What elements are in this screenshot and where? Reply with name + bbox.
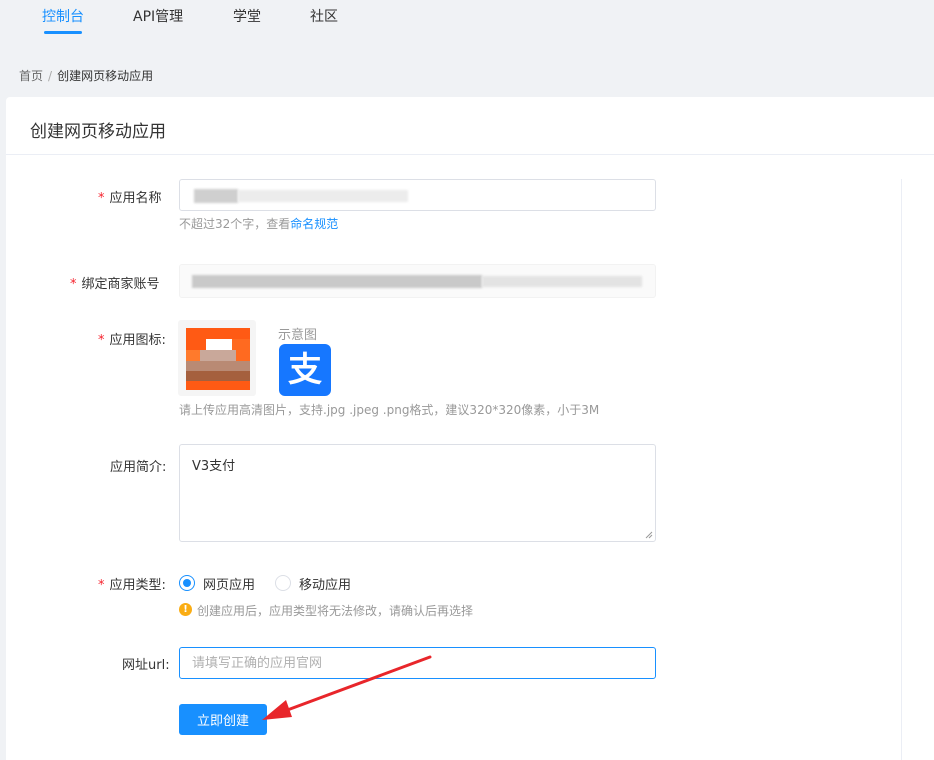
required-mark: * — [98, 191, 105, 206]
app-type-warning: 创建应用后，应用类型将无法修改，请确认后再选择 — [197, 604, 474, 618]
radio-mobile-app-label[interactable]: 移动应用 — [299, 574, 351, 593]
app-icon-upload[interactable] — [178, 320, 256, 396]
app-name-hint-text: 不超过32个字，查看 — [179, 217, 291, 231]
nav-console[interactable]: 控制台 — [42, 6, 84, 26]
app-icon-label-text: 应用图标: — [109, 333, 166, 348]
app-type-label-text: 应用类型: — [109, 578, 166, 593]
breadcrumb-home[interactable]: 首页 — [19, 69, 43, 83]
merchant-account-label-text: 绑定商家账号 — [81, 277, 160, 292]
redacted-merchant-account-tail — [482, 276, 642, 287]
right-divider — [901, 179, 902, 760]
alipay-icon: 支 — [279, 344, 331, 396]
breadcrumb-separator: / — [48, 69, 53, 83]
redacted-merchant-account — [192, 275, 482, 288]
required-mark: * — [98, 333, 105, 348]
merchant-account-label: * 绑定商家账号 — [70, 273, 160, 292]
active-nav-indicator — [44, 31, 82, 34]
app-icon-hint: 请上传应用高清图片，支持.jpg .jpeg .png格式，建议320*320像… — [179, 403, 600, 417]
breadcrumb-current: 创建网页移动应用 — [57, 69, 154, 83]
nav-api-management[interactable]: API管理 — [133, 6, 183, 26]
title-divider — [6, 154, 934, 155]
app-name-label-text: 应用名称 — [109, 191, 162, 206]
app-desc-label: 应用简介: — [110, 460, 167, 475]
app-desc-textarea[interactable]: V3支付 — [179, 444, 656, 542]
alipay-glyph: 支 — [288, 350, 322, 390]
redacted-app-name — [194, 189, 238, 203]
app-name-label: * 应用名称 — [98, 187, 162, 206]
url-label: 网址url: — [122, 658, 170, 673]
merchant-account-field[interactable] — [179, 264, 656, 298]
naming-rules-link[interactable]: 命名规范 — [290, 217, 338, 231]
page-title: 创建网页移动应用 — [30, 122, 166, 142]
nav-community[interactable]: 社区 — [310, 6, 338, 26]
url-input[interactable] — [179, 647, 656, 679]
top-navigation: 控制台 API管理 学堂 社区 — [0, 0, 934, 48]
create-app-card: 创建网页移动应用 * 应用名称 不超过32个字，查看命名规范 * 绑定商家账号 * 应… — [6, 97, 934, 760]
app-icon-label: * 应用图标: — [98, 329, 166, 348]
icon-mosaic — [186, 328, 250, 339]
app-desc-value: V3支付 — [192, 459, 236, 474]
app-name-input[interactable] — [179, 179, 656, 211]
resize-handle-icon[interactable] — [645, 531, 653, 539]
app-name-hint: 不超过32个字，查看命名规范 — [179, 215, 338, 232]
radio-mobile-app[interactable] — [275, 575, 291, 591]
redacted-app-name-tail — [238, 190, 408, 202]
app-type-label: * 应用类型: — [98, 574, 166, 593]
breadcrumb: 首页 / 创建网页移动应用 — [19, 67, 153, 84]
create-now-button[interactable]: 立即创建 — [179, 704, 267, 735]
sample-label: 示意图 — [278, 328, 318, 343]
required-mark: * — [98, 578, 105, 593]
warning-icon: ! — [179, 603, 192, 616]
nav-academy[interactable]: 学堂 — [233, 6, 261, 26]
required-mark: * — [70, 277, 77, 292]
radio-web-app[interactable] — [179, 575, 195, 591]
radio-web-app-label[interactable]: 网页应用 — [203, 574, 255, 593]
